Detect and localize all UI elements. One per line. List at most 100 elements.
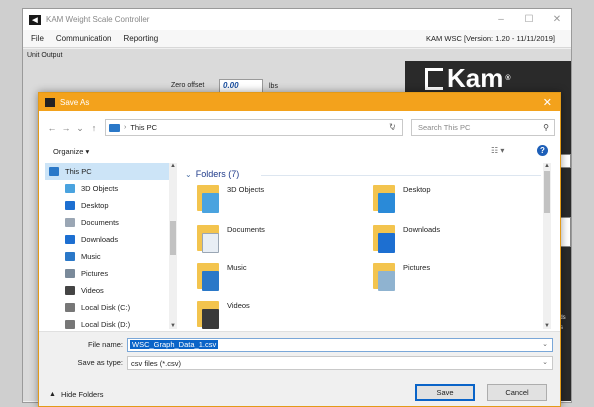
folder-item[interactable]: Desktop [373,185,431,213]
close-icon[interactable]: ✕ [543,14,571,25]
content-scrollbar[interactable]: ▲ ▼ [543,163,551,329]
organize-button[interactable]: Organize ▾ [53,147,89,156]
hide-folders-button[interactable]: ▲ Hide Folders [49,390,103,399]
search-icon: ⚲ [543,123,549,132]
picture-icon [65,269,75,278]
search-input[interactable]: Search This PC ⚲ [411,119,555,136]
nav-item-label: Documents [81,218,119,227]
scroll-down-icon[interactable]: ▼ [543,323,551,329]
nav-item[interactable]: 3D Objects [45,180,175,197]
download-arrow-icon [65,235,75,244]
app-title: KAM Weight Scale Controller [46,15,150,24]
group-divider [261,175,541,176]
desktop-folder-icon [373,185,395,213]
nav-item-label: Pictures [81,269,109,278]
app-titlebar: ◀ KAM Weight Scale Controller – ☐ ✕ [23,9,571,30]
nav-item[interactable]: Videos [45,282,175,299]
save-type-select[interactable]: csv files (*.csv) ⌄ [127,356,553,370]
music-note-icon [65,252,75,261]
folder-item[interactable]: Videos [197,301,250,329]
menu-communication[interactable]: Communication [56,34,112,43]
file-name-dropdown-icon[interactable]: ⌄ [542,340,548,348]
videos-folder-icon [197,301,219,329]
save-button[interactable]: Save [415,384,475,401]
save-as-dialog: Save As ✕ ← → ⌄ ↑ › This PC ⌄ ↻ Search T… [38,92,561,407]
folder-label: 3D Objects [227,185,265,194]
brand-logo: Kam ® [425,63,511,94]
folder-label: Desktop [403,185,431,194]
address-bar[interactable]: › This PC ⌄ [105,119,403,136]
scroll-up-icon[interactable]: ▲ [169,163,177,169]
nav-item[interactable]: Local Disk (C:) [45,299,175,316]
nav-scrollbar[interactable]: ▲ ▼ [169,163,177,329]
scroll-up-icon[interactable]: ▲ [543,163,551,169]
folders-group-header[interactable]: ⌄ Folders (7) [185,169,239,179]
nav-item-label: Downloads [81,235,119,244]
nav-item[interactable]: Downloads [45,231,175,248]
file-name-row: File name: WSC_Graph_Data_1.csv ⌄ [39,338,560,352]
brand-name: Kam [447,63,504,93]
file-name-input[interactable]: WSC_Graph_Data_1.csv ⌄ [127,338,553,352]
save-type-label: Save as type: [77,358,123,367]
folder-label: Downloads [403,225,441,234]
dialog-app-icon [45,97,55,107]
nav-item-label: Local Disk (D:) [81,320,131,329]
content-scroll-thumb[interactable] [544,171,550,213]
folder-item[interactable]: Documents [197,225,265,253]
version-label: KAM WSC [Version: 1.20 - 11/11/2019] [426,34,555,43]
folders-heading: Folders (7) [195,169,240,179]
dialog-toolbar: Organize ▾ ☷ ▾ ? [39,143,560,159]
pictures-folder-icon [373,263,395,291]
menu-reporting[interactable]: Reporting [123,34,158,43]
maximize-icon[interactable]: ☐ [515,14,543,25]
back-arrow-icon[interactable]: ← [45,123,59,133]
downloads-folder-icon [373,225,395,253]
zero-offset-label: Zero offset [171,82,205,89]
scroll-down-icon[interactable]: ▼ [169,323,177,329]
menu-file[interactable]: File [31,34,44,43]
nav-item[interactable]: This PC [45,163,175,180]
up-arrow-icon[interactable]: ↑ [87,123,101,133]
save-type-row: Save as type: csv files (*.csv) ⌄ [39,356,560,370]
nav-item-label: Local Disk (C:) [81,303,131,312]
breadcrumb-separator-icon: › [124,124,127,131]
computer-icon [109,123,120,132]
documents-folder-icon [197,225,219,253]
folder-item[interactable]: Pictures [373,263,430,291]
registered-icon: ® [505,75,511,82]
nav-item[interactable]: Documents [45,214,175,231]
dialog-close-icon[interactable]: ✕ [543,96,552,109]
drive-icon [65,303,75,312]
music-folder-icon [197,263,219,291]
folder-item[interactable]: Music [197,263,247,291]
zero-offset-unit: lbs [269,83,278,90]
save-type-dropdown-icon[interactable]: ⌄ [542,358,548,366]
folder-item[interactable]: 3D Objects [197,185,264,213]
film-icon [65,286,75,295]
recent-chevron-icon[interactable]: ⌄ [73,123,87,134]
view-options-icon[interactable]: ☷ ▾ [491,146,504,155]
chevron-up-icon: ▲ [49,391,56,398]
3d-objects-folder-icon [197,185,219,213]
nav-item[interactable]: Music [45,248,175,265]
collapse-chevron-icon[interactable]: ⌄ [185,170,192,179]
cancel-button[interactable]: Cancel [487,384,547,401]
nav-item[interactable]: Desktop [45,197,175,214]
zero-offset-field[interactable]: 0.00 [219,79,263,93]
folder-item[interactable]: Downloads [373,225,440,253]
forward-arrow-icon[interactable]: → [59,123,73,133]
cube-icon [65,184,75,193]
folder-label: Videos [227,301,250,310]
dialog-title: Save As [60,97,90,107]
refresh-icon[interactable]: ↻ [389,122,396,131]
nav-item-label: Videos [81,286,104,295]
nav-scroll-thumb[interactable] [170,221,176,255]
minimize-icon[interactable]: – [487,14,515,25]
folder-content-pane: ⌄ Folders (7) ▲ ▼ 3D Objects Desktop Docum… [181,163,551,329]
folder-label: Documents [227,225,265,234]
nav-item-label: 3D Objects [81,184,119,193]
help-icon[interactable]: ? [537,145,548,156]
nav-item[interactable]: Pictures [45,265,175,282]
navigation-pane: This PC 3D Objects Desktop Documents Downloa… [45,163,177,329]
desktop-icon [65,201,75,210]
